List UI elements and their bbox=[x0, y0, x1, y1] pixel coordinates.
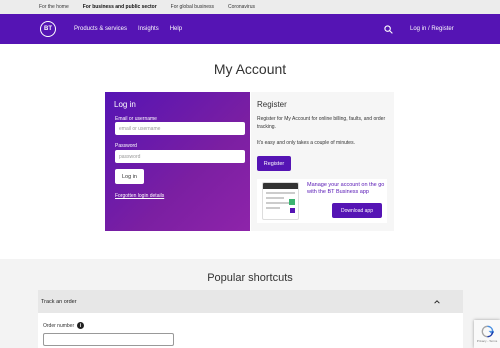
accordion-title: Track an order bbox=[41, 298, 77, 305]
nav-item-help[interactable]: Help bbox=[170, 26, 182, 32]
search-icon[interactable] bbox=[384, 25, 393, 34]
topbar-link-business[interactable]: For business and public sector bbox=[83, 4, 157, 10]
phone-image bbox=[262, 182, 299, 220]
top-utility-bar: For the home For business and public sec… bbox=[0, 0, 500, 14]
order-number-text: Order number bbox=[43, 322, 75, 329]
shortcuts-heading: Popular shortcuts bbox=[207, 272, 293, 284]
app-promo: Manage your account on the go with the B… bbox=[257, 179, 387, 223]
register-description: Register for My Account for online billi… bbox=[257, 116, 386, 130]
register-heading: Register bbox=[257, 100, 287, 109]
login-button[interactable]: Log in bbox=[115, 169, 144, 184]
email-field[interactable] bbox=[115, 122, 245, 135]
page-title: My Account bbox=[213, 61, 287, 77]
app-promo-text: Manage your account on the go with the B… bbox=[307, 182, 385, 195]
order-number-label: Order number i bbox=[43, 322, 85, 329]
login-register-link[interactable]: Log in / Register bbox=[410, 14, 454, 44]
topbar-link-home[interactable]: For the home bbox=[39, 4, 69, 10]
chevron-up-icon[interactable] bbox=[434, 299, 440, 305]
register-note: It's easy and only takes a couple of min… bbox=[257, 140, 355, 146]
bt-logo[interactable]: BT bbox=[40, 21, 56, 37]
nav-items: Products & services Insights Help bbox=[74, 14, 182, 44]
track-order-accordion[interactable]: Track an order bbox=[38, 290, 463, 313]
nav-item-products[interactable]: Products & services bbox=[74, 26, 127, 32]
order-number-field[interactable] bbox=[43, 333, 174, 346]
recaptcha-badge[interactable]: Privacy - Terms bbox=[474, 320, 500, 348]
password-label: Password bbox=[115, 143, 137, 149]
login-panel: Log in Email or username Password bbox=[105, 92, 250, 231]
popular-shortcuts-section: Popular shortcuts Track an order Order n… bbox=[0, 259, 500, 348]
nav-item-insights[interactable]: Insights bbox=[138, 26, 159, 32]
password-field[interactable] bbox=[115, 150, 245, 163]
topbar-link-coronavirus[interactable]: Coronavirus bbox=[228, 4, 255, 10]
info-icon[interactable]: i bbox=[77, 322, 85, 329]
track-order-body: Order number i bbox=[38, 313, 463, 348]
download-app-button[interactable]: Download app bbox=[332, 203, 382, 218]
register-button[interactable]: Register bbox=[257, 156, 291, 171]
forgotten-login-link[interactable]: Forgotten login details bbox=[115, 193, 164, 199]
login-heading: Log in bbox=[114, 100, 136, 109]
recaptcha-text: Privacy - Terms bbox=[476, 339, 498, 343]
recaptcha-icon bbox=[481, 325, 494, 338]
main-nav: BT Products & services Insights Help Log… bbox=[0, 14, 500, 44]
topbar-link-global[interactable]: For global business bbox=[171, 4, 214, 10]
register-panel: Register Register for My Account for onl… bbox=[251, 92, 394, 231]
